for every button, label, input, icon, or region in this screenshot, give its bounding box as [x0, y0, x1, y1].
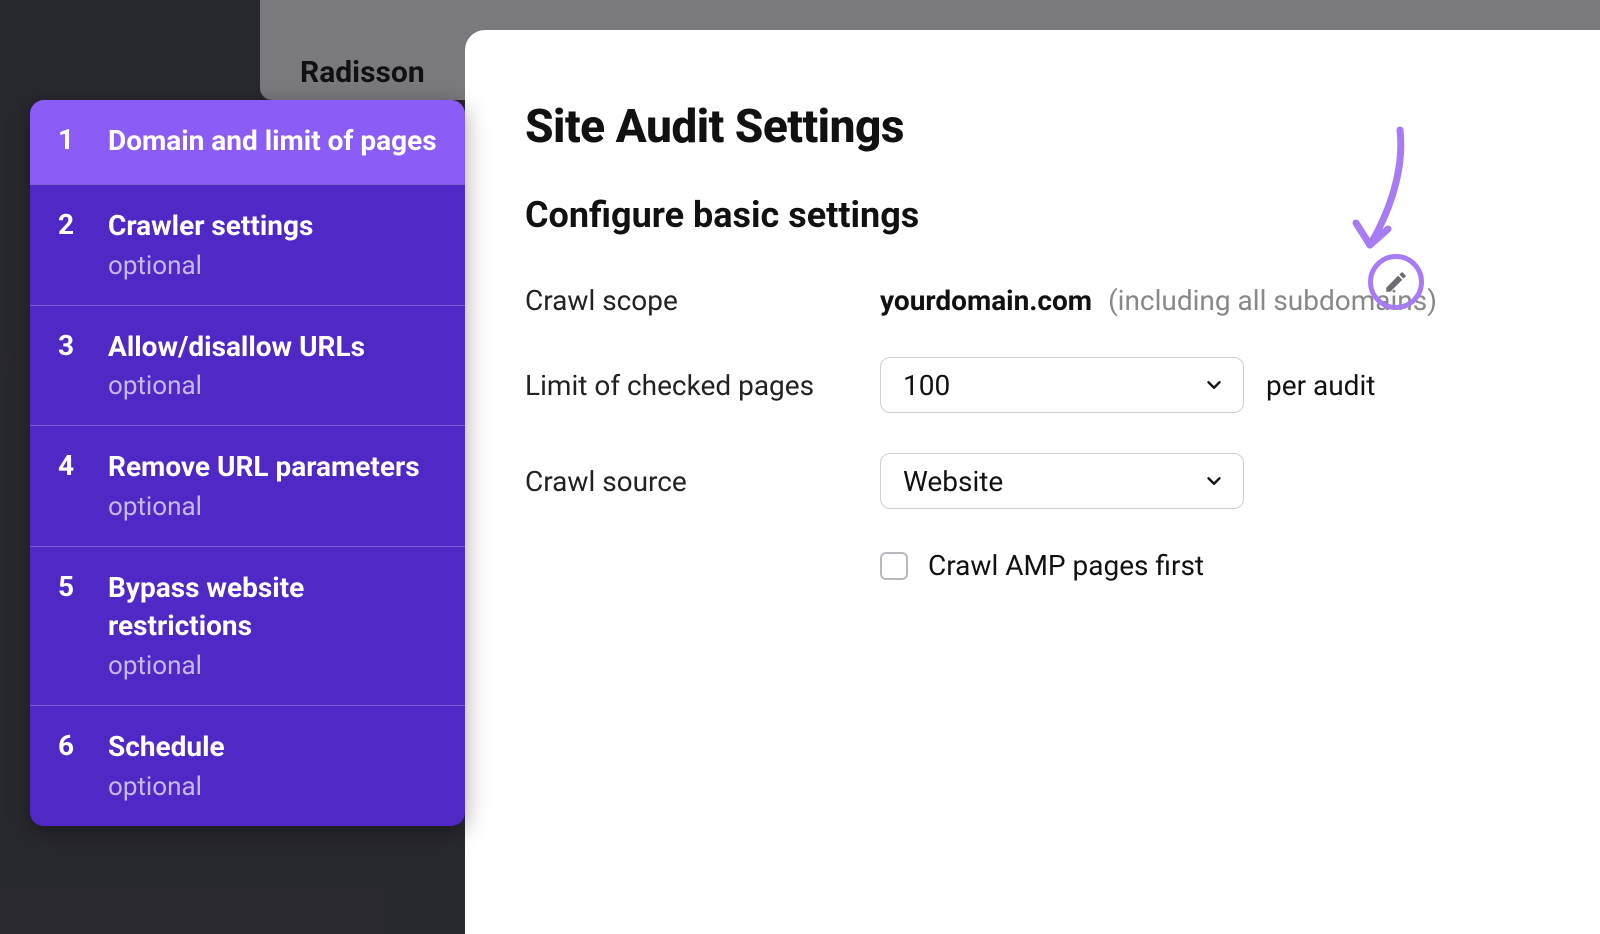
- wizard-step-label: Remove URL parameters: [108, 448, 420, 486]
- page-subtitle: Configure basic settings: [525, 194, 1570, 236]
- row-amp: Crawl AMP pages first: [880, 549, 1570, 582]
- chevron-down-icon: [1203, 470, 1225, 492]
- wizard-step-body: Domain and limit of pages: [108, 122, 437, 160]
- checkbox-amp[interactable]: [880, 552, 908, 580]
- wizard-step-body: Crawler settings optional: [108, 207, 313, 281]
- select-limit[interactable]: 100: [880, 357, 1244, 413]
- wizard-step-number: 2: [58, 207, 80, 243]
- select-limit-value: 100: [903, 369, 950, 402]
- wizard-step-label: Allow/disallow URLs: [108, 328, 365, 366]
- pencil-icon[interactable]: [1383, 269, 1409, 295]
- row-crawl-source: Crawl source Website: [525, 453, 1570, 509]
- wizard-step-4[interactable]: 4 Remove URL parameters optional: [30, 425, 465, 546]
- wizard-step-5[interactable]: 5 Bypass website restrictions optional: [30, 546, 465, 705]
- wizard-step-optional: optional: [108, 651, 437, 681]
- limit-suffix: per audit: [1266, 369, 1375, 402]
- wizard-step-body: Remove URL parameters optional: [108, 448, 420, 522]
- wizard-step-body: Allow/disallow URLs optional: [108, 328, 365, 402]
- wizard-step-3[interactable]: 3 Allow/disallow URLs optional: [30, 305, 465, 426]
- label-limit: Limit of checked pages: [525, 369, 880, 402]
- wizard-step-optional: optional: [108, 772, 225, 802]
- wizard-step-label: Crawler settings: [108, 207, 313, 245]
- wizard-step-optional: optional: [108, 371, 365, 401]
- wizard-step-label: Bypass website restrictions: [108, 569, 437, 645]
- wizard-step-number: 5: [58, 569, 80, 605]
- wizard-step-body: Schedule optional: [108, 728, 225, 802]
- label-amp: Crawl AMP pages first: [928, 549, 1204, 582]
- crawl-scope-domain: yourdomain.com: [880, 284, 1092, 317]
- wizard-step-2[interactable]: 2 Crawler settings optional: [30, 184, 465, 305]
- select-crawl-source[interactable]: Website: [880, 453, 1244, 509]
- wizard-step-6[interactable]: 6 Schedule optional: [30, 705, 465, 826]
- chevron-down-icon: [1203, 374, 1225, 396]
- edit-crawl-scope-highlight: [1368, 254, 1424, 310]
- wizard-step-number: 1: [58, 122, 80, 158]
- wizard-step-body: Bypass website restrictions optional: [108, 569, 437, 681]
- label-crawl-source: Crawl source: [525, 465, 880, 498]
- wizard-step-1[interactable]: 1 Domain and limit of pages: [30, 100, 465, 184]
- row-limit: Limit of checked pages 100 per audit: [525, 357, 1570, 413]
- wizard-step-number: 4: [58, 448, 80, 484]
- wizard-step-label: Domain and limit of pages: [108, 122, 437, 160]
- select-crawl-source-value: Website: [903, 465, 1003, 498]
- value-crawl-scope: yourdomain.com (including all subdomains…: [880, 284, 1437, 317]
- label-crawl-scope: Crawl scope: [525, 284, 880, 317]
- wizard-sidebar: 1 Domain and limit of pages 2 Crawler setti…: [30, 100, 465, 826]
- settings-panel: Site Audit Settings Configure basic sett…: [465, 30, 1600, 934]
- wizard-step-label: Schedule: [108, 728, 225, 766]
- wizard-step-number: 3: [58, 328, 80, 364]
- wizard-step-number: 6: [58, 728, 80, 764]
- page-title: Site Audit Settings: [525, 100, 1570, 154]
- wizard-step-optional: optional: [108, 492, 420, 522]
- wizard-step-optional: optional: [108, 251, 313, 281]
